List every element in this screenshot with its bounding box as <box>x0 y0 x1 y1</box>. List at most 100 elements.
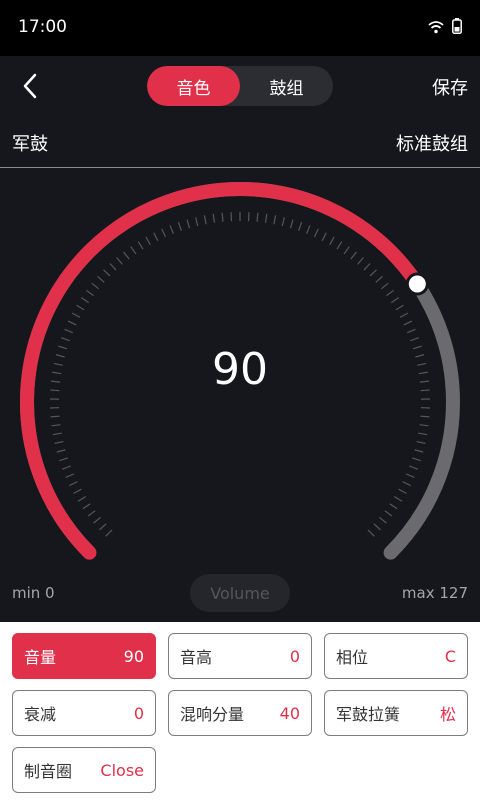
dial-tick <box>395 304 404 311</box>
dial-tick <box>195 217 199 227</box>
dial-tick <box>109 263 117 271</box>
dial-tick <box>414 449 424 453</box>
dial-tick <box>65 473 75 479</box>
dial-tick <box>54 440 64 445</box>
dial-tick <box>298 222 303 231</box>
param-value: 0 <box>289 646 300 666</box>
dial-tick <box>411 457 421 462</box>
param-name: 制音圈 <box>24 762 73 781</box>
dial-tick <box>212 213 216 223</box>
param-value: 0 <box>133 703 144 723</box>
mode-pill[interactable]: Volume <box>190 574 290 612</box>
param-name: 音量 <box>24 648 57 667</box>
volume-dial[interactable]: 90 min 0 Volume max 127 <box>0 168 480 622</box>
back-button[interactable] <box>14 68 46 104</box>
dial-tick <box>103 269 111 277</box>
dial-tick <box>379 516 387 524</box>
dial-tick <box>51 424 61 427</box>
dial-tick <box>402 481 411 487</box>
dial-tick <box>87 510 96 517</box>
dial-tick <box>336 241 343 250</box>
status-icons <box>428 18 462 38</box>
dial-tick <box>375 275 383 283</box>
dial-tick <box>153 232 159 242</box>
dial-tick <box>177 222 182 231</box>
dial-tick <box>77 496 86 502</box>
dial-tick <box>363 263 371 271</box>
dial-tick <box>306 225 311 234</box>
dial-tick <box>59 457 69 462</box>
dial-tick <box>161 228 167 238</box>
wifi-icon <box>428 19 444 38</box>
dial-tick <box>399 312 409 318</box>
dial-tick <box>50 415 60 418</box>
dial-tick <box>410 337 419 342</box>
dial-tick <box>67 320 77 326</box>
param-decay[interactable]: 衰减 0 <box>12 690 156 736</box>
dial-tick <box>80 297 90 304</box>
dial-tick <box>289 219 294 229</box>
dial-tick <box>398 488 407 495</box>
dial-tick <box>419 424 429 427</box>
param-panel: 音量 90 音高 0 相位 C 衰减 0 混响分量 40 军鼓拉簧 松 制音圈 … <box>0 622 480 800</box>
min-label: min 0 <box>12 584 55 602</box>
save-button[interactable]: 保存 <box>432 74 468 100</box>
param-name: 音高 <box>180 648 213 667</box>
param-name: 军鼓拉簧 <box>336 705 401 724</box>
dial-tick <box>321 232 327 242</box>
dial-tick <box>313 228 319 238</box>
dial-tick <box>281 217 285 227</box>
dial-tick <box>420 415 430 418</box>
chevron-left-icon <box>23 73 37 99</box>
param-name: 衰减 <box>24 705 57 724</box>
dial-tick <box>71 312 81 318</box>
dial-tick <box>406 328 416 334</box>
dial-tick <box>130 246 137 255</box>
dial-tick <box>99 523 107 531</box>
status-bar: 17:00 <box>0 0 480 56</box>
param-volume[interactable]: 音量 90 <box>12 633 156 679</box>
tab-tone[interactable]: 音色 <box>147 66 240 106</box>
dial-tick <box>69 481 78 487</box>
dial-tick <box>64 328 74 334</box>
dial-knob[interactable] <box>405 272 429 296</box>
dial-graphic[interactable] <box>0 168 480 622</box>
dial-tick <box>97 275 105 283</box>
dial-tick <box>373 523 381 531</box>
dial-tick <box>394 496 403 502</box>
battery-icon <box>452 18 462 38</box>
param-phase[interactable]: 相位 C <box>324 633 468 679</box>
param-pitch[interactable]: 音高 0 <box>168 633 312 679</box>
dial-tick <box>416 440 426 445</box>
param-muffle-ring[interactable]: 制音圈 Close <box>12 747 156 793</box>
dial-tick <box>62 465 71 470</box>
dial-tick <box>369 269 377 277</box>
dial-tick <box>350 251 357 260</box>
dial-tick <box>52 432 62 436</box>
dial-tick <box>93 516 101 524</box>
param-reverb[interactable]: 混响分量 40 <box>168 690 312 736</box>
dial-tick <box>380 282 389 290</box>
dial-tick <box>61 337 70 342</box>
param-value: 松 <box>439 705 456 724</box>
dial-tick <box>76 304 85 311</box>
dial-tick <box>273 215 277 225</box>
kit-name[interactable]: 标准鼓组 <box>396 130 468 156</box>
status-time: 17:00 <box>18 17 67 37</box>
dial-tick <box>367 529 375 537</box>
dial-tick <box>56 449 66 453</box>
param-value: C <box>444 646 456 666</box>
dial-tick <box>221 212 224 222</box>
param-snare-wires[interactable]: 军鼓拉簧 松 <box>324 690 468 736</box>
dial-tick <box>91 282 100 290</box>
dial-tick <box>145 236 151 246</box>
max-label: max 127 <box>401 584 468 602</box>
dial-tick <box>116 257 123 265</box>
dial-tick <box>409 465 418 470</box>
dial-tick <box>357 257 364 265</box>
tab-drum-kit[interactable]: 鼓组 <box>240 66 333 106</box>
dial-tick <box>403 320 413 326</box>
dial-tick <box>405 473 415 479</box>
param-name: 相位 <box>336 648 369 667</box>
top-bar: 音色 鼓组 保存 <box>0 56 480 116</box>
